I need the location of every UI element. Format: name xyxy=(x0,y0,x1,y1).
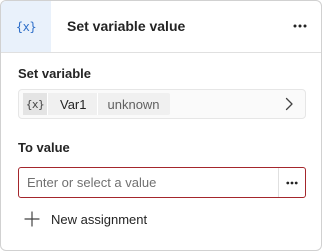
variable-type: unknown xyxy=(107,96,160,112)
more-horizontal-icon xyxy=(293,24,307,28)
variable-name: Var1 xyxy=(48,93,98,115)
value-input[interactable] xyxy=(19,168,277,197)
more-options-button[interactable] xyxy=(289,15,311,37)
plus-icon xyxy=(24,211,40,227)
chevron-right-icon xyxy=(285,97,293,111)
value-options-button[interactable] xyxy=(278,168,305,197)
set-variable-label: Set variable xyxy=(18,66,91,81)
to-value-label: To value xyxy=(18,140,70,155)
more-horizontal-icon xyxy=(286,181,298,184)
new-assignment-label: New assignment xyxy=(51,211,148,227)
variable-chip: {x} Var1 unknown xyxy=(23,93,170,115)
card-title: Set variable value xyxy=(67,18,186,34)
set-variable-value-card: {x} Set variable value Set variable {x} … xyxy=(0,0,322,251)
variable-chip-icon: {x} xyxy=(23,93,48,115)
variable-icon-text: {x} xyxy=(15,19,37,34)
variable-icon: {x} xyxy=(1,1,51,52)
new-assignment-button[interactable]: New assignment xyxy=(23,208,147,230)
to-value-field xyxy=(18,167,306,198)
variable-picker[interactable]: {x} Var1 unknown xyxy=(18,89,306,119)
card-header: {x} Set variable value xyxy=(1,1,321,53)
